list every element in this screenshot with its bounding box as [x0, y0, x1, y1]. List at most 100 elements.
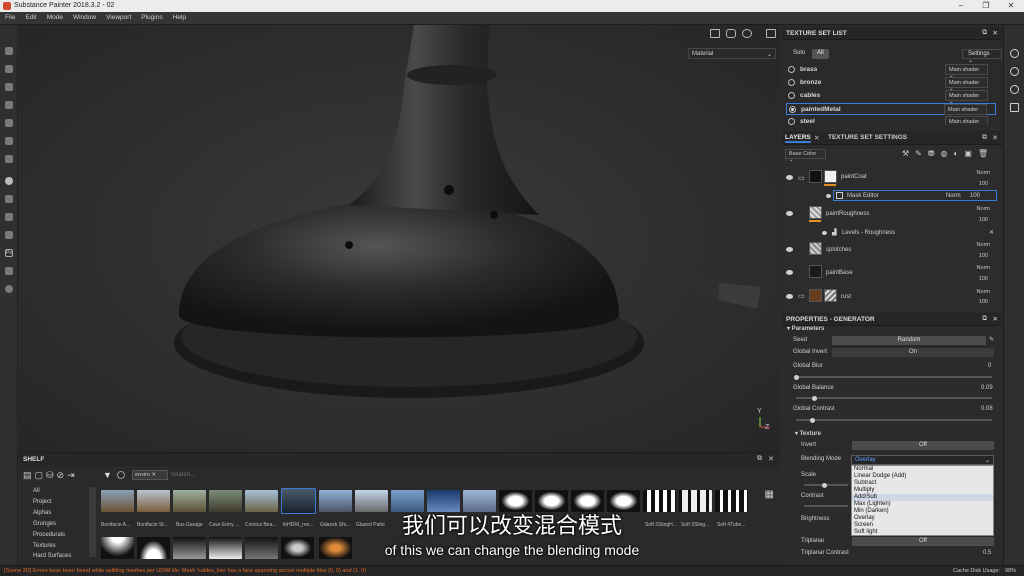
- shelf-tile[interactable]: [245, 537, 278, 559]
- solo-button[interactable]: Solo: [788, 49, 810, 59]
- global-invert-toggle[interactable]: On: [832, 348, 994, 357]
- blending-mode-select[interactable]: Overlay ⌄: [851, 455, 994, 465]
- display-icon[interactable]: [5, 213, 13, 221]
- settings-dropdown[interactable]: Settings ⌄: [962, 49, 1002, 64]
- shelf-category-procedurals[interactable]: Procedurals: [33, 532, 65, 538]
- radio-icon[interactable]: [788, 66, 795, 73]
- popout-icon[interactable]: ⧉: [982, 29, 987, 37]
- shelf-category-hard-surfaces[interactable]: Hard Surfaces: [33, 553, 71, 559]
- radio-selected-icon[interactable]: [789, 106, 796, 113]
- camera-frame-icon[interactable]: [710, 29, 720, 38]
- screenshot-icon[interactable]: [766, 29, 776, 38]
- invert-toggle[interactable]: Off: [852, 441, 994, 450]
- shelf-tile[interactable]: [643, 490, 676, 512]
- 3d-view-icon[interactable]: [726, 29, 736, 38]
- blend-option[interactable]: Min (Darken): [852, 508, 993, 515]
- random-seed-button[interactable]: Random: [832, 336, 986, 345]
- layer-toolbar-icons[interactable]: ⚒✎⛃◍◐▣🗑: [902, 149, 998, 159]
- visibility-eye-icon[interactable]: [786, 270, 793, 275]
- filter-icon[interactable]: ▼: [103, 470, 112, 480]
- slider-handle[interactable]: [810, 417, 815, 423]
- global-blur-value[interactable]: 0: [988, 363, 991, 369]
- shelf-tile[interactable]: [679, 490, 712, 512]
- blend-option[interactable]: Multiply: [852, 487, 993, 494]
- radio-icon[interactable]: [788, 79, 795, 86]
- plugin-icon[interactable]: [5, 285, 13, 293]
- shelf-tile[interactable]: [173, 537, 206, 559]
- menu-help[interactable]: Help: [168, 12, 191, 23]
- texture-set-icon[interactable]: [1010, 49, 1019, 58]
- close-window-button[interactable]: ✕: [1002, 1, 1020, 11]
- shelf-toolbar-icons[interactable]: ▤▢⛁⊘⇥: [23, 470, 78, 481]
- shelf-tile-selected[interactable]: [281, 488, 316, 514]
- shelf-search-input[interactable]: [171, 470, 771, 480]
- all-button[interactable]: All: [812, 49, 829, 59]
- close-icon[interactable]: ✕: [993, 315, 998, 323]
- shelf-category-all[interactable]: All: [33, 488, 40, 494]
- opacity-value[interactable]: 100: [979, 181, 988, 187]
- menu-mode[interactable]: Mode: [42, 12, 68, 23]
- visibility-eye-icon[interactable]: [786, 175, 793, 180]
- filter-circle-icon[interactable]: [117, 471, 125, 479]
- shelf-tile[interactable]: [245, 490, 278, 512]
- shader-select[interactable]: Main shader ⌄: [945, 64, 988, 79]
- edit-seed-icon[interactable]: ✎: [989, 336, 994, 343]
- texture-set-item[interactable]: brass Main shader ⌄: [786, 64, 996, 79]
- layer-row-rust[interactable]: ▭ rust Norm 100: [786, 289, 998, 307]
- layer-row-splotches[interactable]: splotches Norm 100: [786, 242, 998, 262]
- global-contrast-value[interactable]: 0.08: [981, 406, 993, 412]
- scale-slider[interactable]: [804, 482, 848, 488]
- popout-icon[interactable]: ⧉: [982, 134, 987, 142]
- shelf-tile[interactable]: [715, 490, 748, 512]
- shader-select[interactable]: Main shader ⌄: [944, 104, 987, 119]
- opacity-value[interactable]: 100: [979, 276, 988, 282]
- close-icon[interactable]: ✕: [993, 29, 998, 37]
- global-balance-slider[interactable]: [796, 395, 992, 401]
- shader-select[interactable]: Main shader: [945, 116, 988, 125]
- opacity-value[interactable]: 100: [970, 193, 980, 199]
- bake-icon[interactable]: [5, 195, 13, 203]
- shelf-tile[interactable]: [319, 490, 352, 512]
- shelf-tile[interactable]: [137, 537, 170, 559]
- shelf-tile[interactable]: [101, 537, 134, 559]
- visibility-eye-icon[interactable]: [786, 211, 793, 216]
- blend-option-hovered[interactable]: Add/Sub: [852, 494, 993, 501]
- blend-option[interactable]: Linear Dodge (Add): [852, 473, 993, 480]
- slider-handle[interactable]: [822, 482, 827, 488]
- category-scrollbar[interactable]: [89, 487, 96, 557]
- eraser-icon[interactable]: [5, 65, 13, 73]
- blend-option[interactable]: Screen: [852, 522, 993, 529]
- layer-row-paintbase[interactable]: paintBase Norm 100: [786, 265, 998, 285]
- shelf-tile[interactable]: [571, 490, 604, 512]
- texture-set-item[interactable]: bronze Main shader ⌄: [786, 77, 996, 92]
- blend-mode-select[interactable]: Norm: [977, 170, 990, 176]
- shelf-tile[interactable]: [355, 490, 388, 512]
- tab-texture-set-settings[interactable]: TEXTURE SET SETTINGS: [828, 134, 907, 141]
- texture-set-item-selected[interactable]: paintedMetal Main shader ⌄: [786, 103, 996, 119]
- close-icon[interactable]: ✕: [992, 134, 998, 142]
- popout-icon[interactable]: ⧉: [982, 315, 987, 323]
- shelf-tile[interactable]: [281, 537, 314, 559]
- blend-mode-select[interactable]: Norm: [977, 206, 990, 212]
- visibility-eye-icon[interactable]: [786, 294, 793, 299]
- shelf-tile[interactable]: [535, 490, 568, 512]
- export-icon[interactable]: [5, 267, 13, 275]
- texture-set-item[interactable]: steel Main shader: [786, 116, 996, 125]
- channel-select[interactable]: Base Color ⌄: [785, 149, 826, 163]
- triplanar-toggle[interactable]: Off: [852, 537, 994, 546]
- layer-row-paintcoat[interactable]: ▭ paintCoat Norm 100: [786, 170, 998, 192]
- menu-window[interactable]: Window: [68, 12, 101, 23]
- history-icon[interactable]: [1010, 85, 1019, 94]
- close-icon[interactable]: ✕: [768, 455, 774, 463]
- shelf-tile[interactable]: [499, 490, 532, 512]
- mask-editor-row[interactable]: Mask Editor Norm 100: [826, 190, 997, 201]
- global-contrast-slider[interactable]: [796, 417, 992, 423]
- shelf-tile[interactable]: [173, 490, 206, 512]
- shelf-tile[interactable]: [101, 490, 134, 512]
- close-icon[interactable]: ✕: [814, 134, 819, 142]
- blend-mode-select[interactable]: Norm: [977, 242, 990, 248]
- projection-icon[interactable]: [5, 83, 13, 91]
- shelf-tile[interactable]: [607, 490, 640, 512]
- shelf-tile[interactable]: [391, 490, 424, 512]
- blend-mode-select[interactable]: Norm: [946, 193, 961, 199]
